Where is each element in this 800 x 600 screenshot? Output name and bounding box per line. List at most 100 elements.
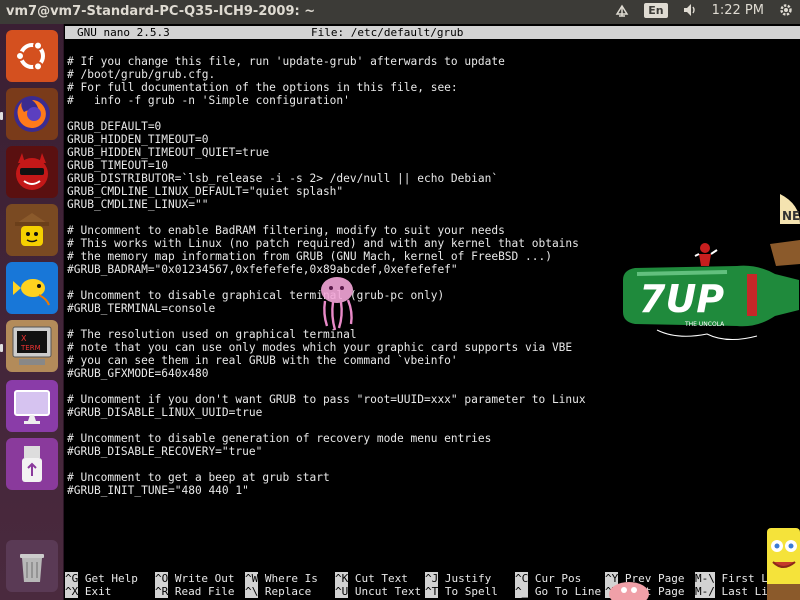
shortcut-key: ^G: [65, 572, 79, 585]
shortcut-label: Uncut Text: [354, 585, 422, 598]
nano-shortcut[interactable]: ^R Read File: [155, 585, 234, 598]
nano-file-name: File: /etc/default/grub: [311, 26, 464, 39]
nano-text-line[interactable]: [67, 419, 586, 432]
nano-text-line[interactable]: # Uncomment if you don't want GRUB to pa…: [67, 393, 586, 406]
network-icon[interactable]: [614, 2, 630, 18]
nano-shortcut-row: ^G Get Help ^O Write Out ^W Where Is ^K Cut…: [65, 572, 800, 585]
bottle-brand-text: 7UP: [639, 277, 724, 321]
nano-text-line[interactable]: # info -f grub -n 'Simple configuration': [67, 94, 586, 107]
nano-shortcut[interactable]: ^K Cut Text: [335, 572, 408, 585]
shortcut-label: Justify: [444, 572, 492, 585]
shortcut-key: ^J: [425, 572, 439, 585]
shortcut-label: Where Is: [264, 572, 318, 585]
top-panel: vm7@vm7-Standard-PC-Q35-ICH9-2009: ~ En …: [0, 0, 800, 24]
nano-text-line[interactable]: GRUB_DEFAULT=0: [67, 120, 586, 133]
nano-text-line[interactable]: # If you change this file, run 'update-g…: [67, 55, 586, 68]
ubuntu-dash-button[interactable]: [6, 30, 58, 82]
running-indicator: [0, 112, 3, 120]
nano-text-line[interactable]: # Uncomment to get a beep at grub start: [67, 471, 586, 484]
display-settings-launcher-button[interactable]: [6, 380, 58, 432]
usb-drive-launcher-button[interactable]: [6, 438, 58, 490]
pirate-ship-sprite: NE: [770, 194, 800, 266]
nano-shortcut[interactable]: ^X Exit: [65, 585, 111, 598]
ship-sail-text: NE: [782, 209, 800, 223]
nano-text-line[interactable]: #GRUB_GFXMODE=640x480: [67, 367, 586, 380]
nano-text-line[interactable]: # note that you can use only modes which…: [67, 341, 586, 354]
nano-text-line[interactable]: GRUB_HIDDEN_TIMEOUT_QUIET=true: [67, 146, 586, 159]
shortcut-label: Go To Line: [534, 585, 602, 598]
trash-icon: [20, 554, 44, 582]
trash-launcher-button[interactable]: [6, 540, 58, 592]
lego-figure-icon: [15, 213, 49, 246]
system-tray: En 1:22 PM: [614, 2, 794, 18]
nano-text-line[interactable]: GRUB_CMDLINE_LINUX="": [67, 198, 586, 211]
nano-text-line[interactable]: # For full documentation of the options …: [67, 81, 586, 94]
nano-shortcut[interactable]: ^O Write Out: [155, 572, 234, 585]
red-devil-icon: [16, 153, 48, 190]
nano-text-line[interactable]: GRUB_HIDDEN_TIMEOUT=0: [67, 133, 586, 146]
red-devil-launcher-button[interactable]: [6, 146, 58, 198]
settings-gear-icon[interactable]: [778, 2, 794, 18]
shortcut-key: ^X: [65, 585, 79, 598]
shortcut-label: Cut Text: [354, 572, 408, 585]
shortcut-label: Get Help: [84, 572, 138, 585]
running-indicator: [0, 344, 3, 352]
firefox-icon: [14, 96, 50, 132]
shortcut-key: ^\: [245, 585, 259, 598]
nano-shortcut[interactable]: ^T To Spell: [425, 585, 498, 598]
nano-text-line[interactable]: [67, 458, 586, 471]
nano-text-line[interactable]: # This works with Linux (no patch requir…: [67, 237, 586, 250]
shortcut-label: To Spell: [444, 585, 498, 598]
nano-text-line[interactable]: #GRUB_DISABLE_RECOVERY="true": [67, 445, 586, 458]
pink-jellyfish-sprite: [321, 277, 353, 331]
shortcut-key: ^C: [515, 572, 529, 585]
nano-shortcut[interactable]: ^U Uncut Text: [335, 585, 421, 598]
nano-text-line[interactable]: [67, 211, 586, 224]
nano-shortcut[interactable]: ^_ Go To Line: [515, 585, 601, 598]
lego-figure-launcher-button[interactable]: [6, 204, 58, 256]
nano-text-line[interactable]: # you can see them in real GRUB with the…: [67, 354, 586, 367]
nano-text-line[interactable]: GRUB_DISTRIBUTOR=`lsb_release -i -s 2> /…: [67, 172, 586, 185]
nano-title-bar: GNU nano 2.5.3 File: /etc/default/grub: [65, 26, 800, 39]
nano-shortcut[interactable]: ^J Justify: [425, 572, 491, 585]
keyboard-language-indicator[interactable]: En: [644, 2, 668, 18]
shortcut-key: ^T: [425, 585, 439, 598]
nano-text-line[interactable]: # /boot/grub/grub.cfg.: [67, 68, 586, 81]
shortcut-label: Exit: [84, 585, 112, 598]
shortcut-label: Read File: [174, 585, 235, 598]
nano-version: GNU nano 2.5.3: [77, 26, 170, 39]
clock[interactable]: 1:22 PM: [712, 3, 764, 18]
nano-text-line[interactable]: GRUB_CMDLINE_LINUX_DEFAULT="quiet splash…: [67, 185, 586, 198]
monitor-icon: [14, 390, 50, 424]
nano-text-line[interactable]: # the memory map information from GRUB (…: [67, 250, 586, 263]
launcher: X TERM: [0, 24, 64, 600]
fish-icon: [13, 279, 50, 306]
shortcut-label: Write Out: [174, 572, 235, 585]
nano-text-line[interactable]: # Uncomment to disable generation of rec…: [67, 432, 586, 445]
shortcut-key: ^U: [335, 585, 349, 598]
nano-shortcut[interactable]: ^W Where Is: [245, 572, 318, 585]
nano-text-line[interactable]: #GRUB_DISABLE_LINUX_UUID=true: [67, 406, 586, 419]
nano-text-line[interactable]: # Uncomment to enable BadRAM filtering, …: [67, 224, 586, 237]
window-title: vm7@vm7-Standard-PC-Q35-ICH9-2009: ~: [6, 4, 316, 19]
nano-text-line[interactable]: #GRUB_INIT_TUNE="480 440 1": [67, 484, 586, 497]
volume-icon[interactable]: [682, 2, 698, 18]
firefox-launcher-button[interactable]: [6, 88, 58, 140]
nano-text-line[interactable]: [67, 107, 586, 120]
nano-shortcut[interactable]: ^C Cur Pos: [515, 572, 581, 585]
terminal-window[interactable]: GNU nano 2.5.3 File: /etc/default/grub #…: [65, 24, 800, 600]
shortcut-key: ^K: [335, 572, 349, 585]
nano-text-line[interactable]: GRUB_TIMEOUT=10: [67, 159, 586, 172]
shortcut-key: ^W: [245, 572, 259, 585]
xterm-launcher-button[interactable]: X TERM: [6, 320, 58, 372]
nano-text-line[interactable]: [67, 380, 586, 393]
bottle-subtext: THE UNCOLA: [684, 321, 725, 328]
ubuntu-logo-icon: [15, 40, 45, 72]
nano-shortcut-row: ^X Exit ^R Read File ^\ Replace ^U Uncut Te…: [65, 585, 800, 598]
fish-launcher-button[interactable]: [6, 262, 58, 314]
svg-text:TERM: TERM: [20, 344, 41, 352]
patrick-sprite: [609, 582, 649, 600]
nano-shortcut[interactable]: ^G Get Help: [65, 572, 138, 585]
nano-shortcut[interactable]: ^\ Replace: [245, 585, 311, 598]
usb-drive-icon: [22, 446, 42, 482]
